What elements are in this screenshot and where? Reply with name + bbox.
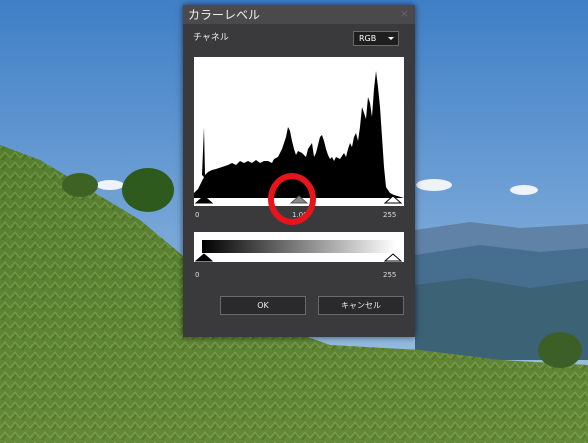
dialog-titlebar[interactable]: カラーレベル ×: [183, 5, 415, 24]
cancel-button[interactable]: キャンセル: [318, 296, 404, 315]
channel-select-value: RGB: [359, 34, 377, 43]
output-gradient-panel: [194, 232, 404, 262]
input-white-handle[interactable]: [384, 195, 402, 204]
output-gradient-bar: [202, 240, 396, 253]
dialog-title: カラーレベル: [188, 8, 261, 22]
output-min-value: 0: [195, 271, 200, 279]
output-white-handle[interactable]: [384, 253, 402, 262]
output-black-handle[interactable]: [195, 253, 213, 262]
channel-select[interactable]: RGB: [353, 31, 399, 46]
input-black-handle[interactable]: [195, 195, 213, 204]
channel-label: チャネル: [193, 33, 229, 43]
screenshot-root: カラーレベル × チャネル RGB 0 1.00 255 0 255 OK キャ…: [0, 0, 588, 443]
chevron-down-icon: [388, 37, 394, 40]
input-max-value: 255: [383, 211, 397, 219]
ok-button[interactable]: OK: [220, 296, 306, 315]
input-min-value: 0: [195, 211, 200, 219]
output-max-value: 255: [383, 271, 397, 279]
close-icon[interactable]: ×: [400, 7, 409, 20]
levels-dialog: カラーレベル × チャネル RGB 0 1.00 255 0 255 OK キャ…: [183, 5, 415, 337]
annotation-circle: [268, 173, 316, 225]
